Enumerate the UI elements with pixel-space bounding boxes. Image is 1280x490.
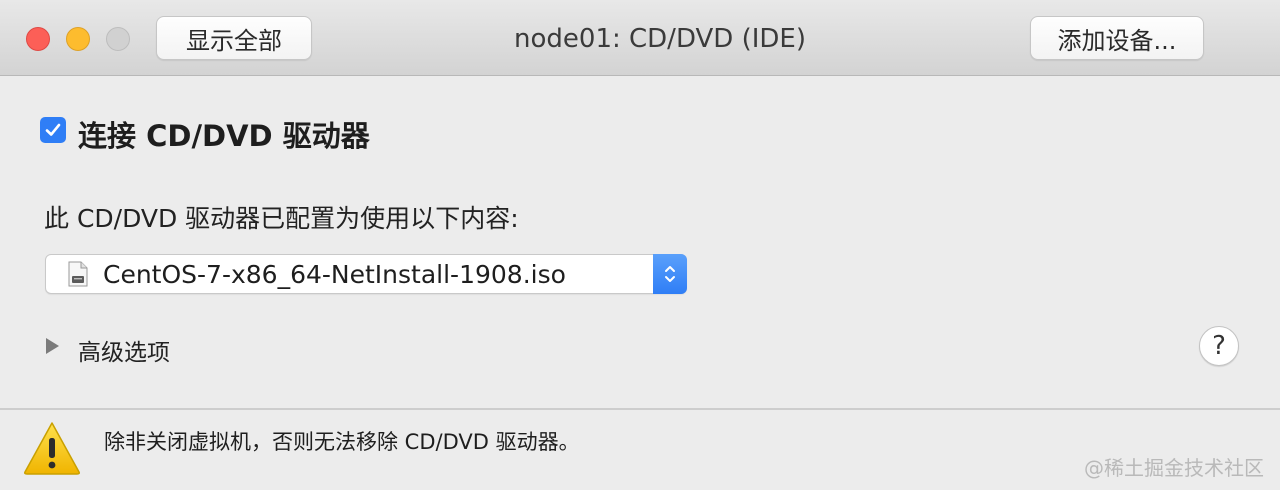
- add-device-button[interactable]: 添加设备...: [1030, 16, 1204, 60]
- title-bar: 显示全部 node01: CD/DVD (IDE) 添加设备...: [0, 0, 1280, 76]
- connect-drive-checkbox[interactable]: [40, 117, 66, 143]
- window-title: node01: CD/DVD (IDE): [514, 24, 806, 54]
- warning-icon: [24, 422, 80, 475]
- config-description: 此 CD/DVD 驱动器已配置为使用以下内容:: [44, 204, 519, 233]
- close-window-button[interactable]: [26, 27, 50, 51]
- settings-window: 显示全部 node01: CD/DVD (IDE) 添加设备... 连接 CD/…: [0, 0, 1280, 490]
- warning-message: 除非关闭虚拟机，否则无法移除 CD/DVD 驱动器。: [104, 430, 580, 454]
- checkmark-icon: [45, 123, 61, 136]
- divider: [0, 408, 1280, 410]
- show-all-button[interactable]: 显示全部: [156, 16, 312, 60]
- disk-image-icon: [68, 261, 88, 287]
- select-stepper[interactable]: [653, 254, 687, 294]
- chevron-updown-icon: [665, 266, 675, 282]
- advanced-options-label[interactable]: 高级选项: [78, 333, 170, 367]
- selected-iso-file: CentOS-7-x86_64-NetInstall-1908.iso: [103, 260, 566, 289]
- watermark: @稀土掘金技术社区: [1084, 456, 1264, 480]
- zoom-window-button: [106, 27, 130, 51]
- media-source-select[interactable]: CentOS-7-x86_64-NetInstall-1908.iso: [45, 254, 687, 294]
- disclosure-triangle-icon[interactable]: [46, 338, 59, 354]
- connect-drive-label[interactable]: 连接 CD/DVD 驱动器: [78, 113, 370, 155]
- help-button[interactable]: ?: [1199, 326, 1239, 366]
- minimize-window-button[interactable]: [66, 27, 90, 51]
